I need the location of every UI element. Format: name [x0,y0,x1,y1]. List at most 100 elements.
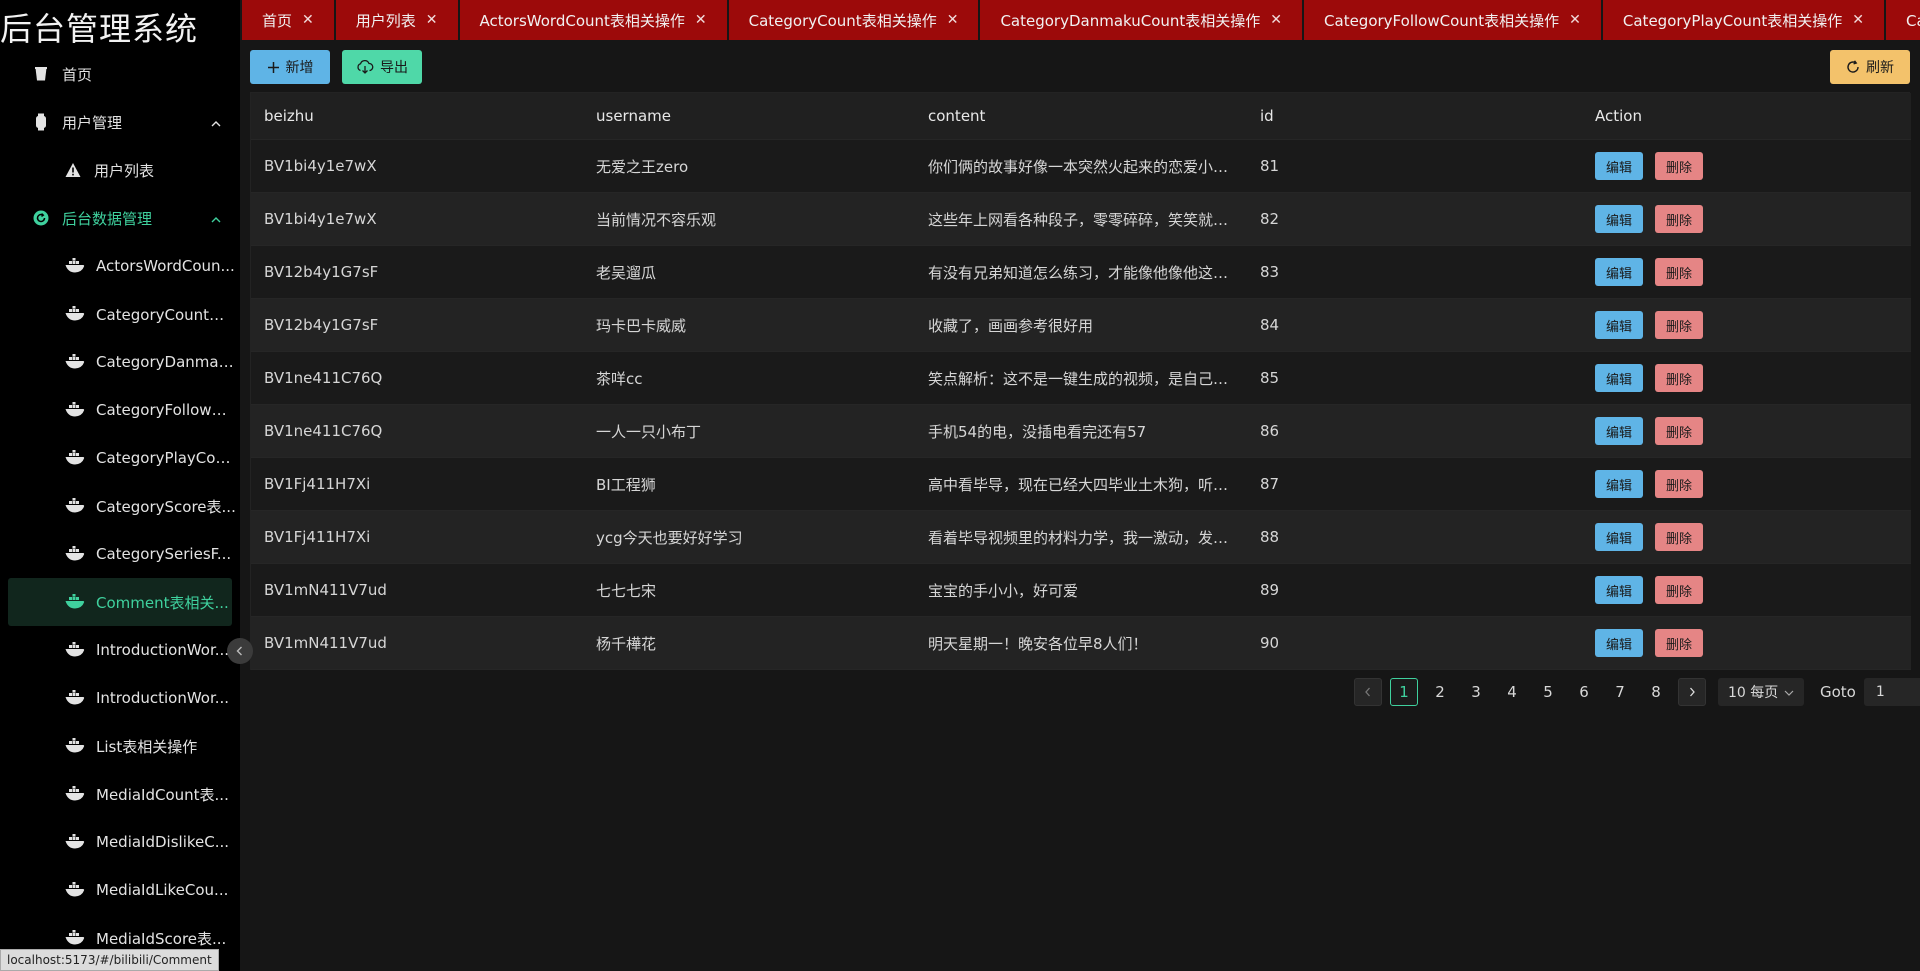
tab-5[interactable]: CategoryFollowCount表相关操作✕ [1304,0,1601,40]
cell-beizhu: BV1bi4y1e7wX [251,193,583,245]
cell-username: 茶咩cc [583,352,915,404]
close-icon[interactable]: ✕ [695,12,707,28]
page-button-2[interactable]: 2 [1426,678,1454,706]
tab-label: CategoryPlayCount表相关操作 [1623,10,1842,31]
sidebar-item-17[interactable]: MediaIdLikeCou... [0,866,240,914]
sidebar-item-10[interactable]: CategorySeriesF... [0,530,240,578]
edit-button[interactable]: 编辑 [1595,417,1643,445]
delete-button[interactable]: 删除 [1655,417,1703,445]
close-icon[interactable]: ✕ [426,12,438,28]
page-button-8[interactable]: 8 [1642,678,1670,706]
edit-button[interactable]: 编辑 [1595,576,1643,604]
sidebar-item-8[interactable]: CategoryPlayCou... [0,434,240,482]
close-icon[interactable]: ✕ [1852,12,1864,28]
app-title: 后台管理系统 [0,4,198,50]
cell-beizhu-text: BV1ne411C76Q [264,369,382,387]
table-row: BV1Fj411H7Xiycg今天也要好好学习看着毕导视频里的材料力学，我一激动… [251,511,1911,564]
delete-button[interactable]: 删除 [1655,629,1703,657]
refresh-button[interactable]: 刷新 [1830,50,1910,84]
delete-button[interactable]: 删除 [1655,152,1703,180]
delete-button[interactable]: 删除 [1655,258,1703,286]
cell-username-text: 一人一只小布丁 [596,421,701,442]
sidebar-item-2[interactable]: 用户列表 [0,146,240,194]
sidebar-item-label: MediaIdCount表... [96,784,229,805]
page-button-3[interactable]: 3 [1462,678,1490,706]
sidebar-item-3[interactable]: 后台数据管理 [0,194,240,242]
cell-id-text: 85 [1260,369,1279,387]
page-button-5[interactable]: 5 [1534,678,1562,706]
sidebar-item-5[interactable]: CategoryCount表... [0,290,240,338]
edit-button[interactable]: 编辑 [1595,364,1643,392]
edit-button[interactable]: 编辑 [1595,470,1643,498]
tab-7[interactable]: CategoryScore表相关操作 [1886,0,1920,40]
export-button[interactable]: 导出 [342,50,422,84]
edit-button[interactable]: 编辑 [1595,629,1643,657]
sidebar-item-13[interactable]: IntroductionWor... [0,674,240,722]
tab-3[interactable]: CategoryCount表相关操作✕ [729,0,979,40]
page-size-select[interactable]: 10 每页 [1718,678,1804,706]
page-button-1[interactable]: 1 [1390,678,1418,706]
sidebar-item-label: IntroductionWor... [96,689,229,707]
delete-button[interactable]: 删除 [1655,364,1703,392]
cell-username: ycg今天也要好好学习 [583,511,915,563]
sidebar-item-16[interactable]: MediaIdDislikeC... [0,818,240,866]
sidebar-item-label: CategoryFollowC... [96,401,236,419]
sidebar-item-label: List表相关操作 [96,736,197,757]
prev-page-button[interactable] [1354,678,1382,706]
cell-action: 编辑删除 [1579,352,1911,404]
comment-table: beizhu username content id Action BV1bi4… [250,92,1910,670]
delete-button[interactable]: 删除 [1655,470,1703,498]
sidebar-collapse-button[interactable] [227,638,253,664]
cell-username: 老吴遛瓜 [583,246,915,298]
sidebar-item-1[interactable]: 用户管理 [0,98,240,146]
edit-button[interactable]: 编辑 [1595,258,1643,286]
edit-button[interactable]: 编辑 [1595,152,1643,180]
edit-button[interactable]: 编辑 [1595,311,1643,339]
sidebar-item-7[interactable]: CategoryFollowC... [0,386,240,434]
sidebar-item-11[interactable]: Comment表相关... [8,578,232,626]
delete-button[interactable]: 删除 [1655,576,1703,604]
tab-2[interactable]: ActorsWordCount表相关操作✕ [460,0,727,40]
cell-id: 87 [1247,458,1579,510]
sidebar-item-0[interactable]: 首页 [0,50,240,98]
tab-0[interactable]: 首页✕ [242,0,334,40]
close-icon[interactable]: ✕ [947,12,959,28]
ship-icon [64,593,86,611]
next-page-button[interactable] [1678,678,1706,706]
table-row: BV12b4y1G7sF老吴遛瓜有没有兄弟知道怎么练习，才能像他像他这样悬停83… [251,246,1911,299]
table-row: BV1bi4y1e7wX当前情况不容乐观这些年上网看各种段子，零零碎碎，笑笑就过… [251,193,1911,246]
table-row: BV1bi4y1e7wX无爱之王zero你们俩的故事好像一本突然火起来的恋爱小说… [251,140,1911,193]
sidebar-item-15[interactable]: MediaIdCount表... [0,770,240,818]
close-icon[interactable]: ✕ [302,12,314,28]
page-button-7[interactable]: 7 [1606,678,1634,706]
chevron-left-icon [235,646,245,656]
sidebar-item-12[interactable]: IntroductionWor... [0,626,240,674]
sidebar-item-4[interactable]: ActorsWordCoun... [0,242,240,290]
tab-4[interactable]: CategoryDanmakuCount表相关操作✕ [980,0,1302,40]
close-icon[interactable]: ✕ [1270,12,1282,28]
goto-page-input[interactable] [1864,678,1920,706]
sidebar-item-6[interactable]: CategoryDanmak... [0,338,240,386]
sidebar-item-label: CategoryDanmak... [96,353,236,371]
ship-icon [64,401,86,419]
tab-6[interactable]: CategoryPlayCount表相关操作 ✕ [1603,0,1884,40]
sidebar-item-9[interactable]: CategoryScore表... [0,482,240,530]
page-button-4[interactable]: 4 [1498,678,1526,706]
tab-1[interactable]: 用户列表✕ [336,0,458,40]
page-button-6[interactable]: 6 [1570,678,1598,706]
cell-content: 有没有兄弟知道怎么练习，才能像他像他这样悬停 [915,246,1247,298]
table-header: beizhu username content id Action [251,93,1911,140]
edit-button[interactable]: 编辑 [1595,205,1643,233]
column-header-id: id [1247,93,1579,139]
delete-button[interactable]: 删除 [1655,311,1703,339]
cell-username-text: 玛卡巴卡威威 [596,315,686,336]
cell-action: 编辑删除 [1579,511,1911,563]
add-button[interactable]: 新增 [250,50,330,84]
sidebar-item-14[interactable]: List表相关操作 [0,722,240,770]
delete-button[interactable]: 删除 [1655,205,1703,233]
edit-button[interactable]: 编辑 [1595,523,1643,551]
cell-beizhu: BV1ne411C76Q [251,352,583,404]
cell-id-text: 89 [1260,581,1279,599]
delete-button[interactable]: 删除 [1655,523,1703,551]
close-icon[interactable]: ✕ [1569,12,1581,28]
